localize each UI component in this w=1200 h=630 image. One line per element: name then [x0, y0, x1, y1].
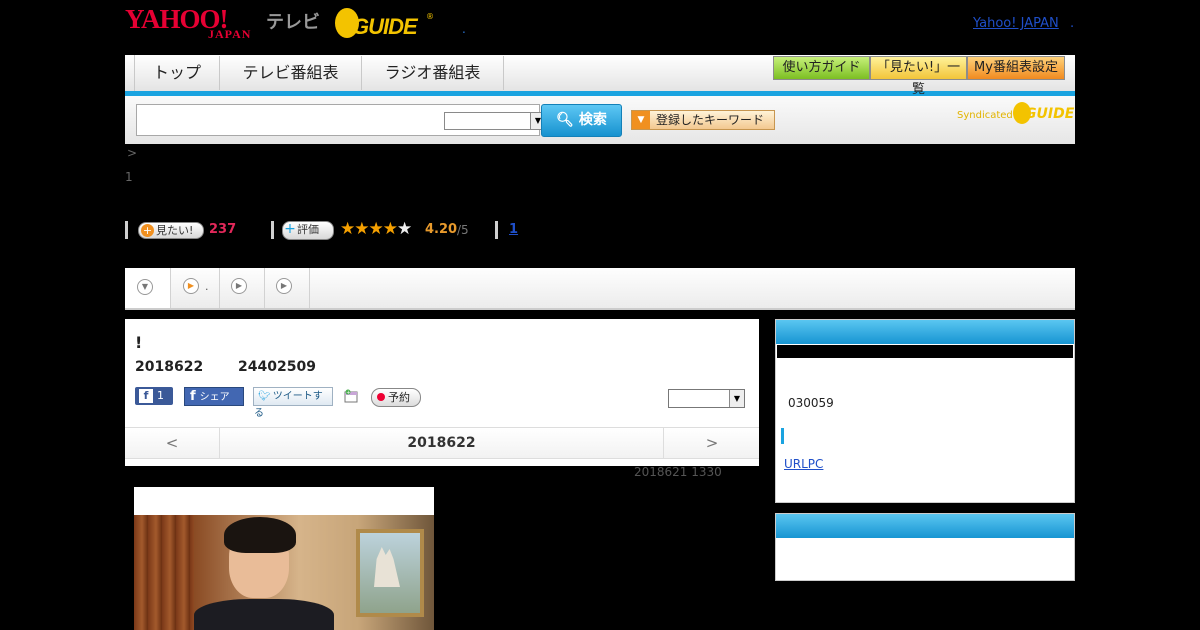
tab-strip-item[interactable]: ▶	[220, 268, 265, 308]
current-date: 2018622	[407, 435, 476, 451]
saved-keywords-button[interactable]: ▼ 登録したキーワード	[631, 110, 775, 130]
search-input[interactable]: ▼	[136, 104, 546, 136]
star-icon: ★	[382, 219, 398, 239]
tab-radio-listings[interactable]: ラジオ番組表	[362, 56, 504, 90]
sidebar-box-header	[776, 320, 1074, 344]
sidebar-url-link[interactable]: URLPC	[784, 457, 823, 471]
play-icon: ▶	[183, 278, 199, 294]
plus-icon: +	[284, 221, 296, 237]
facebook-like-button[interactable]: f1	[135, 387, 173, 405]
tv-logo-text: テレビ	[266, 12, 320, 33]
chevron-down-icon: ▼	[137, 279, 153, 295]
add-calendar-icon[interactable]: +	[344, 388, 358, 403]
search-button-label: 検索	[578, 112, 607, 128]
rate-button[interactable]: +評価	[282, 221, 334, 240]
yahoo-japan-logo-text: JAPAN	[208, 27, 252, 41]
star-icon: ★	[340, 219, 355, 239]
painting-shape	[356, 529, 424, 617]
search-button[interactable]: 🔍︎ 検索	[541, 104, 622, 137]
main-nav: トップ テレビ番組表 ラジオ番組表 使い方ガイド 「見たい!」一覧 My番組表設…	[125, 55, 1075, 97]
syndicated-label: Syndicated	[957, 110, 1013, 121]
recorder-select[interactable]: ▼	[668, 389, 745, 408]
star-icon: ★	[354, 219, 369, 239]
syndicated-guide-logo: GUIDE	[1025, 106, 1075, 122]
reserve-label: 予約	[388, 391, 410, 404]
person-suit-shape	[194, 599, 334, 630]
tab-strip-item[interactable]: ▼	[125, 268, 171, 308]
castle-shape	[374, 547, 400, 587]
next-day-button[interactable]: >	[663, 428, 760, 458]
facebook-share-label: シェア	[199, 392, 230, 403]
g-guide-logo-text: GUIDE	[352, 14, 418, 39]
star-rating: ★★★★★	[340, 219, 412, 239]
nav-left-edge	[125, 55, 135, 91]
search-category-select[interactable]: ▼	[444, 112, 546, 130]
facebook-icon: f	[190, 389, 196, 404]
curtain-shape	[134, 515, 194, 630]
previous-day-button[interactable]: <	[125, 428, 220, 458]
registered-mark: ®	[426, 12, 434, 21]
plus-icon: +	[141, 224, 154, 237]
star-icon: ★	[368, 219, 384, 239]
program-detail-panel: ! 2018622 24402509 f1 f シェア 🐦︎ ツイートする + 予約…	[125, 319, 759, 466]
sidebar-code: 030059	[788, 396, 834, 410]
my-listings-settings-button[interactable]: My番組表設定	[967, 56, 1065, 80]
tab-strip-item[interactable]: ▶ .	[171, 268, 220, 308]
svg-text:+: +	[346, 390, 350, 396]
breadcrumb: >	[127, 146, 138, 160]
divider	[495, 221, 498, 239]
tab-strip-label: .	[205, 280, 209, 293]
chevron-down-icon: ▼	[729, 390, 744, 407]
want-count: 237	[209, 222, 237, 237]
tab-top[interactable]: トップ	[135, 56, 220, 90]
search-bar: ▼ 🔍︎ 検索 ▼ 登録したキーワード Syndicated GUIDE	[125, 96, 1075, 144]
sidebar-info-box: 030059 URLPC	[775, 319, 1075, 503]
star-empty-icon: ★	[397, 219, 412, 239]
facebook-share-button[interactable]: f シェア	[184, 387, 244, 406]
tab-strip-item[interactable]: ▶	[265, 268, 310, 308]
program-tab-strip: ▼ ▶ . ▶ ▶	[125, 268, 1075, 310]
divider	[125, 221, 128, 239]
want-label: 見たい!	[156, 224, 194, 237]
review-count-link[interactable]: 1	[509, 222, 518, 237]
dropdown-arrow-icon: ▼	[632, 111, 650, 129]
record-icon	[377, 393, 385, 401]
play-icon: ▶	[231, 278, 247, 294]
sidebar-black-band	[777, 345, 1073, 358]
divider	[271, 221, 274, 239]
want-list-button[interactable]: 「見たい!」一覧	[870, 56, 967, 97]
reserve-recording-button[interactable]: 予約	[371, 388, 421, 407]
tweet-button[interactable]: 🐦︎ ツイートする	[253, 387, 333, 419]
search-icon: 🔍︎	[556, 112, 574, 128]
saved-keywords-label: 登録したキーワード	[656, 113, 765, 127]
rate-label: 評価	[297, 223, 319, 236]
header-dot: .	[462, 22, 466, 36]
yahoo-japan-link[interactable]: Yahoo! JAPAN	[973, 16, 1059, 31]
last-updated: 2018621 1330	[634, 465, 722, 479]
sidebar-section-marker	[781, 428, 784, 444]
sidebar-box-header	[776, 514, 1074, 538]
person-hair-shape	[224, 517, 296, 553]
page-number: 1	[125, 170, 133, 184]
how-to-guide-button[interactable]: 使い方ガイド	[773, 56, 870, 80]
program-thumbnail-image	[134, 515, 434, 630]
broadcast-date: 2018622	[135, 359, 204, 375]
want-to-watch-button[interactable]: + 見たい!	[138, 222, 204, 239]
header-right-dot: .	[1070, 16, 1075, 31]
play-icon: ▶	[276, 278, 292, 294]
rating-max: /5	[457, 223, 469, 237]
sidebar-box-2	[775, 513, 1075, 581]
tab-tv-listings[interactable]: テレビ番組表	[220, 56, 362, 90]
rating-value: 4.20	[425, 222, 458, 237]
twitter-bird-icon: 🐦︎	[258, 391, 271, 402]
facebook-like-count: 1	[157, 389, 164, 402]
program-title: !	[135, 333, 143, 352]
broadcast-time: 24402509	[238, 359, 316, 375]
facebook-icon: f	[139, 389, 153, 403]
date-navigation: < 2018622 >	[125, 427, 759, 459]
